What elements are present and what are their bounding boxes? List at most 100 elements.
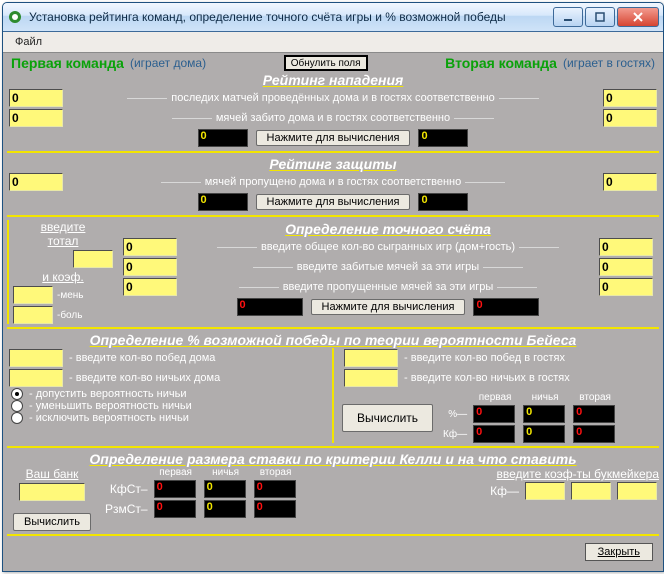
more-label: -боль bbox=[57, 310, 82, 321]
total-conceded-away-input[interactable] bbox=[599, 278, 653, 296]
coef-less-input[interactable] bbox=[13, 286, 53, 304]
radio-dot-icon bbox=[11, 412, 23, 424]
total-input[interactable] bbox=[73, 250, 113, 268]
bk-kf-label: Кф— bbox=[490, 484, 519, 498]
maximize-button[interactable] bbox=[585, 7, 615, 27]
attack-matches-label: последих матчей проведённых дома и в гос… bbox=[69, 92, 597, 104]
and-coef-label: и коэф. bbox=[13, 270, 113, 284]
radio-exclude-draw[interactable]: - исключить вероятность ничьи bbox=[7, 412, 324, 424]
kfst-first: 0 bbox=[154, 480, 196, 498]
defense-calc-button[interactable]: Нажмите для вычисления bbox=[256, 194, 411, 210]
kf-label: Кф— bbox=[443, 429, 467, 440]
radio-exclude-label: - исключить вероятность ничьи bbox=[29, 412, 189, 424]
total-scored-label: введите забитые мячей за эти игры bbox=[183, 261, 593, 273]
pct-draw: 0 bbox=[523, 405, 565, 423]
section-defense-title: Рейтинг защиты bbox=[7, 156, 659, 172]
window-title: Установка рейтинга команд, определение т… bbox=[29, 10, 553, 24]
defense-result-home: 0 bbox=[198, 193, 248, 211]
attack-matches-away-input[interactable] bbox=[603, 89, 657, 107]
attack-matches-home-input[interactable] bbox=[9, 89, 63, 107]
radio-dot-icon bbox=[11, 400, 23, 412]
attack-result-away: 0 bbox=[418, 129, 468, 147]
your-bank-label: Ваш банк bbox=[7, 467, 97, 481]
radio-allow-draw[interactable]: - допустить вероятность ничьи bbox=[7, 388, 324, 400]
divider bbox=[7, 534, 659, 536]
draws-home-input[interactable] bbox=[9, 369, 63, 387]
attack-goals-home-input[interactable] bbox=[9, 109, 63, 127]
divider bbox=[7, 446, 659, 448]
titlebar: Установка рейтинга команд, определение т… bbox=[3, 3, 663, 32]
total-games-away-input[interactable] bbox=[599, 238, 653, 256]
team1-sublabel: (играет дома) bbox=[130, 56, 206, 70]
wins-home-label: - введите кол-во побед дома bbox=[69, 352, 215, 364]
rzst-first: 0 bbox=[154, 500, 196, 518]
menu-file[interactable]: Файл bbox=[9, 34, 48, 50]
col-second: вторая bbox=[573, 392, 617, 403]
radio-reduce-label: - уменьшить вероятность ничьи bbox=[29, 400, 192, 412]
defense-conceded-home-input[interactable] bbox=[9, 173, 63, 191]
application-window: Установка рейтинга команд, определение т… bbox=[2, 2, 664, 572]
rzst-label: РзмСт– bbox=[105, 502, 148, 516]
pct-second: 0 bbox=[573, 405, 615, 423]
section-attack-title: Рейтинг нападения bbox=[7, 72, 659, 88]
col-first-2: первая bbox=[154, 467, 198, 478]
wins-away-label: - введите кол-во побед в гостях bbox=[404, 352, 565, 364]
draws-away-input[interactable] bbox=[344, 369, 398, 387]
defense-conceded-away-input[interactable] bbox=[603, 173, 657, 191]
total-scored-home-input[interactable] bbox=[123, 258, 177, 276]
team1-label: Первая команда bbox=[11, 55, 124, 71]
bk-coefs-label: введите коэф-ты букмейкера bbox=[488, 467, 659, 481]
close-window-button[interactable] bbox=[617, 7, 659, 27]
rzst-draw: 0 bbox=[204, 500, 246, 518]
total-scored-away-input[interactable] bbox=[599, 258, 653, 276]
bk-kf-draw-input[interactable] bbox=[571, 482, 611, 500]
bk-kf-second-input[interactable] bbox=[617, 482, 657, 500]
total-games-home-input[interactable] bbox=[123, 238, 177, 256]
divider bbox=[7, 151, 659, 153]
total-conceded-home-input[interactable] bbox=[123, 278, 177, 296]
app-icon bbox=[7, 9, 23, 25]
divider bbox=[7, 215, 659, 217]
coef-more-input[interactable] bbox=[13, 306, 53, 324]
bayes-calc-button[interactable]: Вычислить bbox=[342, 404, 433, 432]
section-score-title: Определение точного счёта bbox=[121, 221, 655, 237]
close-dialog-button[interactable]: Закрыть bbox=[585, 543, 653, 561]
score-result-home: 0 bbox=[237, 298, 303, 316]
section-kelly-title: Определение размера ставки по критерии К… bbox=[7, 451, 659, 467]
radio-dot-icon bbox=[11, 388, 23, 400]
kf-first: 0 bbox=[473, 425, 515, 443]
less-label: -мень bbox=[57, 290, 84, 301]
bank-input[interactable] bbox=[19, 483, 85, 501]
menubar: Файл bbox=[3, 32, 663, 53]
score-calc-button[interactable]: Нажмите для вычисления bbox=[311, 299, 466, 315]
pct-label: %— bbox=[443, 409, 467, 420]
radio-allow-label: - допустить вероятность ничьи bbox=[29, 388, 187, 400]
minimize-button[interactable] bbox=[553, 7, 583, 27]
total-coef-panel: введите тотал и коэф. -мень -боль bbox=[7, 220, 117, 324]
attack-calc-button[interactable]: Нажмите для вычисления bbox=[256, 130, 411, 146]
kfst-second: 0 bbox=[254, 480, 296, 498]
defense-result-away: 0 bbox=[418, 193, 468, 211]
attack-result-home: 0 bbox=[198, 129, 248, 147]
attack-goals-label: мячей забито дома и в гостях соответстве… bbox=[69, 112, 597, 124]
wins-away-input[interactable] bbox=[344, 349, 398, 367]
kfst-label: КфСт– bbox=[105, 482, 148, 496]
radio-reduce-draw[interactable]: - уменьшить вероятность ничьи bbox=[7, 400, 324, 412]
enter-total-label: введите тотал bbox=[13, 220, 113, 248]
col-draw-2: ничья bbox=[204, 467, 248, 478]
col-first: первая bbox=[473, 392, 517, 403]
total-games-label: введите общее кол-во сыгранных игр (дом+… bbox=[183, 241, 593, 253]
total-conceded-label: введите пропущенные мячей за эти игры bbox=[183, 281, 593, 293]
bk-kf-first-input[interactable] bbox=[525, 482, 565, 500]
defense-conceded-label: мячей пропущено дома и в гостях соответс… bbox=[69, 176, 597, 188]
attack-goals-away-input[interactable] bbox=[603, 109, 657, 127]
kelly-calc-button[interactable]: Вычислить bbox=[13, 513, 91, 531]
team2-label: Вторая команда bbox=[445, 55, 557, 71]
score-result-away: 0 bbox=[473, 298, 539, 316]
col-draw: ничья bbox=[523, 392, 567, 403]
reset-fields-button[interactable]: Обнулить поля bbox=[284, 55, 368, 71]
wins-home-input[interactable] bbox=[9, 349, 63, 367]
client-area: Первая команда (играет дома) Обнулить по… bbox=[3, 53, 663, 571]
teams-header-row: Первая команда (играет дома) Обнулить по… bbox=[7, 55, 659, 71]
team2-sublabel: (играет в гостях) bbox=[563, 56, 655, 70]
